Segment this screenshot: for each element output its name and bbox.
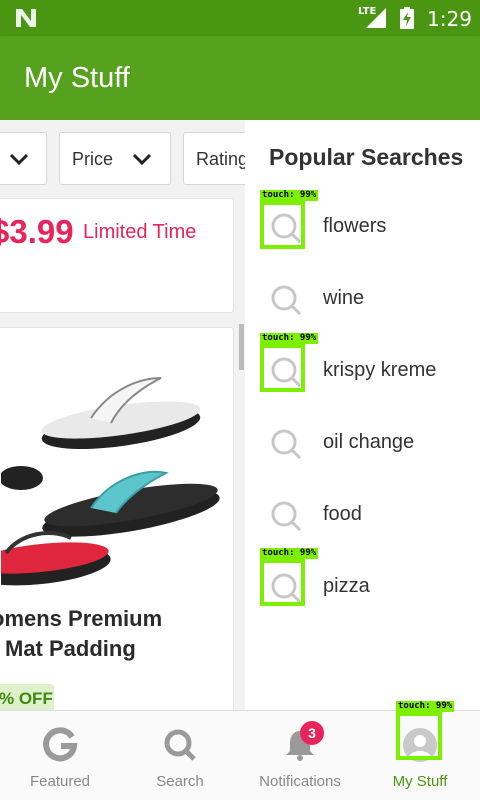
search-icon xyxy=(271,285,302,316)
n-logo-icon xyxy=(16,9,36,27)
notification-count-badge: 3 xyxy=(300,721,324,745)
popular-search-label: oil change xyxy=(323,431,415,453)
detection-box xyxy=(260,201,305,249)
nav-notifications-label: Notifications xyxy=(259,773,341,790)
search-icon xyxy=(271,501,302,532)
product-title-line1: omens Premium xyxy=(0,606,163,631)
filter-dropdown-category[interactable] xyxy=(0,132,47,185)
limited-time-label: Limited Time xyxy=(83,221,197,243)
chevron-down-icon xyxy=(9,153,29,166)
filter-label-price: Price xyxy=(72,149,114,169)
signal-icon xyxy=(366,8,386,28)
popular-search-item[interactable]: wine xyxy=(245,272,480,328)
filter-dropdown-price[interactable]: Price xyxy=(59,132,171,185)
filter-label-rating: Rating xyxy=(196,149,249,169)
product-title-line2: Mat Padding xyxy=(5,636,136,661)
deal-price: $3.99 xyxy=(0,213,74,250)
discount-badge: % OFF xyxy=(0,684,54,710)
nav-featured-label: Featured xyxy=(29,773,91,790)
detection-label: touch: 99% xyxy=(396,701,455,712)
chevron-down-icon xyxy=(132,153,152,166)
detection-box xyxy=(396,712,442,760)
detection-label: touch: 99% xyxy=(260,190,319,201)
nav-my-stuff-label: My Stuff xyxy=(392,773,448,790)
popular-searches-title: Popular Searches xyxy=(269,144,464,170)
popular-search-label: flowers xyxy=(323,215,387,237)
product-card[interactable]: omens Premium Mat Padding % OFF xyxy=(0,327,234,710)
nav-featured[interactable]: Featured xyxy=(0,711,120,800)
detection-box xyxy=(260,344,305,392)
detection-label: touch: 99% xyxy=(260,333,319,344)
clock: 1:29 xyxy=(427,7,472,31)
battery-charging-icon xyxy=(400,7,414,29)
app-bar: My Stuff xyxy=(0,36,480,120)
popular-search-item[interactable]: food xyxy=(245,488,480,544)
status-bar: LTE 1:29 xyxy=(0,0,480,36)
popular-search-label: wine xyxy=(323,287,365,309)
page-title: My Stuff xyxy=(24,62,130,94)
popular-search-label: food xyxy=(323,503,362,525)
scrollbar-thumb[interactable] xyxy=(239,324,244,370)
popular-search-label: krispy kreme xyxy=(323,359,437,381)
popular-search-label: pizza xyxy=(323,575,370,597)
nav-search[interactable]: Search xyxy=(120,711,240,800)
search-icon xyxy=(164,729,196,761)
product-image xyxy=(1,377,220,586)
detection-box xyxy=(260,559,305,606)
deal-card[interactable]: $3.99 Limited Time xyxy=(0,198,234,313)
g-logo-icon xyxy=(43,727,78,762)
popular-search-item[interactable]: oil change xyxy=(245,416,480,472)
nav-search-label: Search xyxy=(156,773,204,790)
search-icon xyxy=(271,429,302,460)
product-title: omens Premium Mat Padding xyxy=(0,604,233,664)
nav-notifications[interactable]: 3 Notifications xyxy=(240,711,360,800)
detection-label: touch: 99% xyxy=(260,548,319,559)
